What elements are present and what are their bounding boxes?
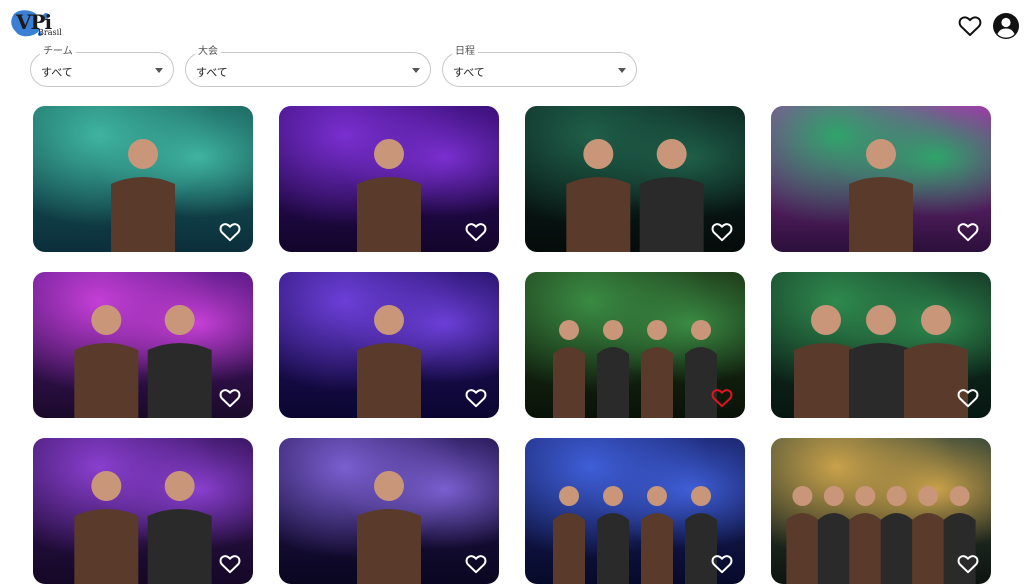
favorite-heart-icon[interactable] (957, 554, 979, 576)
photo-card[interactable] (525, 438, 745, 584)
caret-down-icon (155, 68, 163, 73)
favorite-heart-icon[interactable] (711, 554, 733, 576)
favorite-heart-icon[interactable] (219, 222, 241, 244)
favorite-heart-icon[interactable] (957, 222, 979, 244)
photo-card[interactable] (279, 438, 499, 584)
photo-card[interactable] (771, 438, 991, 584)
photo-card[interactable] (33, 438, 253, 584)
caret-down-icon (618, 68, 626, 73)
team-filter-label: チーム (40, 46, 76, 58)
team-filter-select[interactable]: チーム すべて (30, 46, 174, 87)
photo-card[interactable] (33, 272, 253, 418)
photo-card[interactable] (771, 272, 991, 418)
photo-card[interactable] (525, 106, 745, 252)
favorite-heart-icon[interactable] (465, 554, 487, 576)
favorite-heart-icon[interactable] (957, 388, 979, 410)
schedule-filter-label: 日程 (452, 46, 478, 58)
photo-card[interactable] (33, 106, 253, 252)
photo-grid (33, 106, 991, 584)
favorite-heart-icon[interactable] (465, 222, 487, 244)
favorite-heart-icon[interactable] (219, 388, 241, 410)
caret-down-icon (412, 68, 420, 73)
schedule-filter-value: すべて (453, 66, 485, 79)
team-filter-value: すべて (41, 66, 73, 79)
filter-bar: チーム すべて 大会 すべて 日程 すべて (30, 46, 637, 87)
photo-card[interactable] (279, 106, 499, 252)
tournament-filter-label: 大会 (195, 46, 221, 58)
app-header: VPi Brasil (0, 0, 1024, 52)
photo-card[interactable] (771, 106, 991, 252)
favorite-heart-icon[interactable] (219, 554, 241, 576)
tournament-filter-value: すべて (196, 66, 228, 79)
account-circle-icon[interactable] (992, 12, 1020, 40)
site-logo[interactable]: VPi Brasil (10, 8, 64, 40)
schedule-filter-select[interactable]: 日程 すべて (442, 46, 637, 87)
favorite-heart-icon[interactable] (711, 222, 733, 244)
favorites-heart-icon[interactable] (956, 12, 984, 40)
favorite-heart-icon[interactable] (465, 388, 487, 410)
tournament-filter-select[interactable]: 大会 すべて (185, 46, 431, 87)
photo-card[interactable] (525, 272, 745, 418)
favorite-heart-icon[interactable] (711, 388, 733, 410)
photo-card[interactable] (279, 272, 499, 418)
logo-subtext: Brasil (38, 28, 62, 37)
